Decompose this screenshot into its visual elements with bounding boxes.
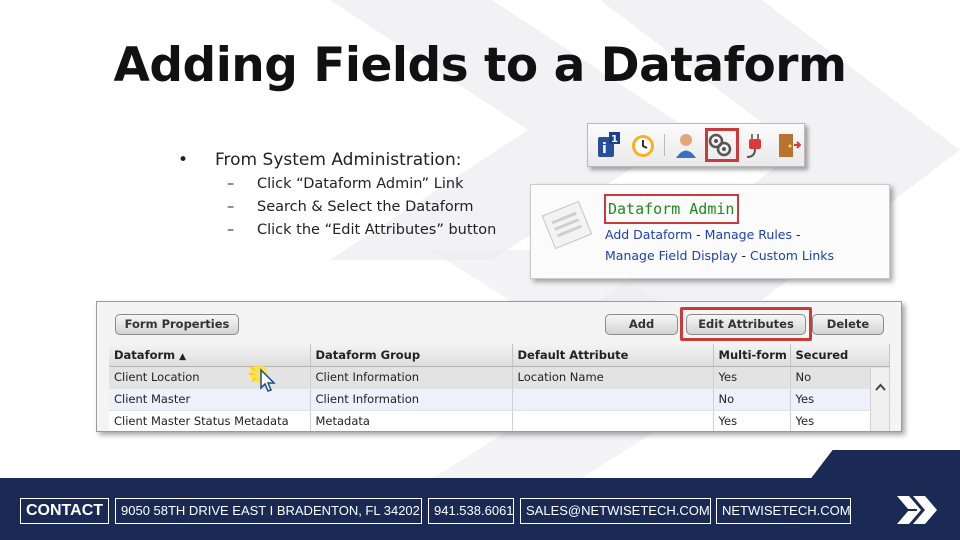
dataform-admin-link[interactable]: Dataform Admin: [604, 194, 740, 224]
table-cell: No: [713, 388, 791, 411]
system-toolbar: i1: [587, 123, 805, 167]
table-cell: Yes: [713, 366, 791, 389]
table-cell: Yes: [713, 410, 791, 431]
slide-title: Adding Fields to a Dataform: [113, 38, 847, 93]
add-dataform-link[interactable]: Add Dataform: [605, 227, 692, 242]
edit-attributes-highlight: [680, 307, 812, 341]
footer-email: SALES@NETWISETECH.COM: [520, 498, 711, 524]
column-header-multi-form[interactable]: Multi-form: [713, 344, 791, 367]
instructions-list: From System Administration: –Click “Data…: [178, 148, 508, 243]
vertical-scrollbar[interactable]: [870, 368, 889, 431]
sub-bullet-text: Click the “Edit Attributes” button: [257, 222, 497, 238]
table-cell: Client Master Status Metadata: [109, 410, 311, 431]
link-separator: -: [741, 248, 747, 263]
sub-bullet-text: Search & Select the Dataform: [257, 199, 474, 215]
table-cell: Location Name: [512, 366, 714, 389]
delete-button[interactable]: Delete: [812, 314, 884, 335]
add-button[interactable]: Add: [605, 314, 678, 335]
mouse-cursor-icon: [247, 364, 281, 392]
link-separator: -: [696, 227, 701, 242]
table-cell: Client Information: [310, 388, 513, 411]
form-properties-button[interactable]: Form Properties: [115, 314, 239, 335]
footer-website: NETWISETECH.COM: [716, 498, 851, 524]
dataform-admin-panel: Dataform Admin Add Dataform - Manage Rul…: [530, 184, 890, 279]
admin-icon-highlight: [705, 128, 739, 162]
manage-rules-link[interactable]: Manage Rules: [705, 227, 792, 242]
plug-icon[interactable]: [741, 131, 767, 159]
chevron-up-icon[interactable]: [875, 380, 886, 394]
table-row[interactable]: Client Location Client Information Locat…: [109, 366, 890, 389]
table-cell: Metadata: [310, 410, 513, 431]
clock-icon[interactable]: [630, 131, 656, 159]
sub-bullet: – Click the “Edit Attributes” button: [227, 222, 497, 238]
manage-field-display-link[interactable]: Manage Field Display: [605, 248, 738, 263]
footer-address: 9050 58TH DRIVE EAST I BRADENTON, FL 342…: [115, 498, 422, 524]
sub-bullet: – Search & Select the Dataform: [227, 199, 474, 215]
table-cell: [512, 410, 714, 431]
toolbar-separator: [664, 134, 665, 156]
table-header-row: Dataform ▲ Dataform Group Default Attrib…: [109, 344, 890, 367]
footer-contact-label: CONTACT: [20, 498, 109, 524]
table-row[interactable]: Client Master Client Information No Yes: [109, 388, 890, 411]
custom-links-link[interactable]: Custom Links: [750, 248, 834, 263]
dataform-grid-panel: Form Properties Add Edit Attributes Dele…: [96, 301, 902, 432]
svg-text:i: i: [602, 141, 607, 157]
help-one-icon[interactable]: i1: [596, 131, 622, 159]
table-cell: Client Information: [310, 366, 513, 389]
user-icon[interactable]: [673, 131, 699, 159]
admin-links: Add Dataform - Manage Rules - Manage Fie…: [605, 224, 885, 266]
footer-phone: 941.538.6061: [428, 498, 514, 524]
svg-text:1: 1: [611, 134, 618, 145]
column-header-default-attribute[interactable]: Default Attribute: [512, 344, 714, 367]
sub-bullet-list: – Click “Dataform Admin” Link – Search & S…: [178, 174, 508, 240]
exit-door-icon[interactable]: [775, 131, 802, 159]
column-header-dataform[interactable]: Dataform ▲: [109, 344, 311, 367]
column-header-dataform-group[interactable]: Dataform Group: [310, 344, 513, 367]
table-row[interactable]: Client Master Status Metadata Metadata Y…: [109, 410, 890, 431]
link-separator: -: [796, 227, 801, 242]
table-cell: [512, 388, 714, 411]
sub-bullet-text: Click “Dataform Admin” Link: [257, 176, 464, 192]
sub-bullet: – Click “Dataform Admin” Link: [227, 176, 464, 192]
bullet-main: From System Administration:: [178, 148, 508, 172]
column-header-label: Dataform: [114, 347, 176, 362]
form-document-icon: [541, 200, 593, 250]
netwise-logo-icon: [895, 494, 939, 526]
dataform-table: Dataform ▲ Dataform Group Default Attrib…: [109, 344, 890, 431]
column-header-secured[interactable]: Secured: [790, 344, 890, 367]
sort-ascending-icon: ▲: [179, 351, 187, 362]
